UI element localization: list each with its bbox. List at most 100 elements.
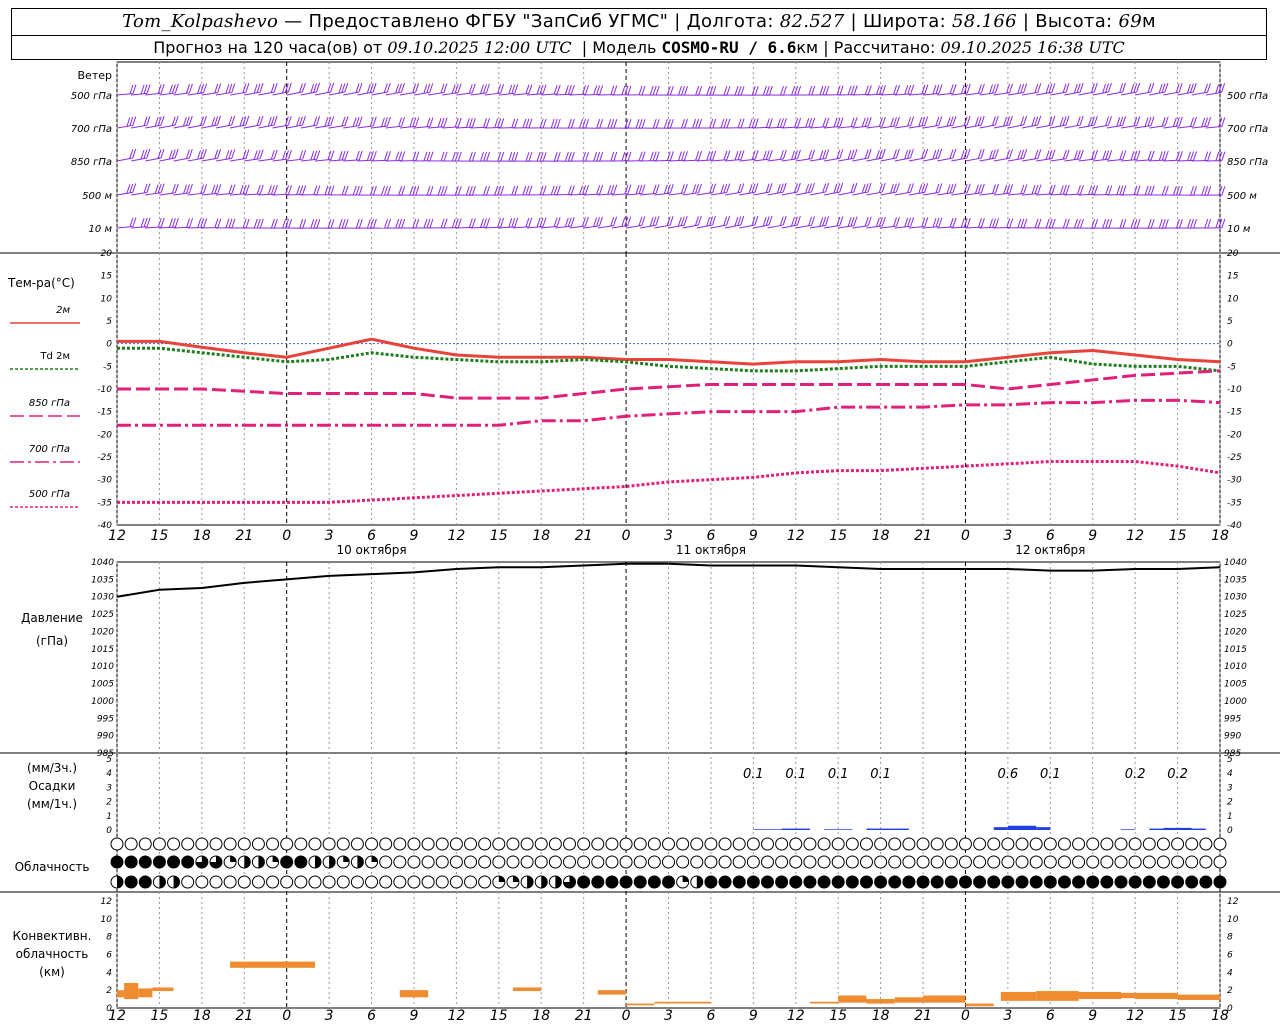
- wind-barb-feather: [1190, 185, 1195, 196]
- wind-barb-shaft: [413, 91, 430, 96]
- cloud-symbol: [1156, 855, 1170, 869]
- cloud-fill-full: [139, 856, 152, 868]
- wind-barb-shaft: [852, 191, 869, 196]
- wind-barb-feather: [564, 217, 569, 228]
- wind-barb-shaft: [1177, 159, 1194, 162]
- wind-barb-feather: [1190, 117, 1194, 127]
- wind-barb-feather: [935, 217, 940, 228]
- wind-barb-shaft: [456, 226, 473, 229]
- precip-3h-label: 0.6: [998, 767, 1019, 782]
- wind-barb-feather: [284, 116, 289, 126]
- wind-barb-feather: [511, 118, 516, 128]
- wind-barb-feather: [881, 148, 886, 159]
- hour-label-bottom: 6: [706, 1008, 715, 1024]
- wind-barb-shaft: [442, 126, 459, 129]
- temp-title: Тем-ра(°C): [7, 276, 75, 290]
- conv-bar: [1135, 992, 1178, 1000]
- wind-barb-shaft: [866, 125, 883, 129]
- wind-barb-feather: [1062, 150, 1067, 160]
- wind-barb-feather: [768, 86, 773, 96]
- wind-barb-feather: [1051, 184, 1056, 194]
- wind-barb-feather: [1192, 116, 1197, 127]
- wind-barb-shaft: [1036, 124, 1052, 129]
- wind-barb-feather: [217, 184, 222, 194]
- hour-label: 15: [1169, 528, 1187, 544]
- hour-label: 0: [622, 528, 631, 544]
- wind-barb-feather: [762, 85, 767, 96]
- wind-barb-shaft: [413, 126, 430, 129]
- wind-barb-feather: [734, 150, 739, 161]
- wind-barb-shaft: [682, 159, 699, 162]
- hour-label-bottom: 9: [749, 1008, 758, 1024]
- wind-barb-shaft: [979, 124, 996, 129]
- cloud-fill-full: [987, 876, 1000, 888]
- wind-barb-feather: [451, 151, 456, 162]
- hour-label: 0: [961, 528, 970, 544]
- wind-barb-feather: [480, 151, 484, 162]
- wind-barb-feather: [1105, 150, 1110, 160]
- precip-bar: [1036, 827, 1051, 830]
- wind-barb-feather: [211, 184, 216, 195]
- cloud-symbol: [464, 875, 478, 889]
- wind-barb-shaft: [145, 92, 162, 96]
- wind-barb-feather: [1091, 218, 1096, 229]
- cloud-fill-full: [973, 876, 986, 888]
- wind-barb-shaft: [116, 226, 133, 229]
- wind-barb-feather: [610, 216, 615, 227]
- wind-barb-feather: [881, 116, 886, 127]
- wind-barb-feather: [627, 184, 632, 194]
- wind-barb-feather: [949, 149, 954, 159]
- wind-barb-feather: [550, 185, 555, 195]
- cloud-symbol: [662, 837, 675, 851]
- cloud-fill-full: [605, 876, 618, 888]
- wind-barb-feather: [468, 118, 473, 128]
- wind-barb-feather: [183, 184, 187, 194]
- wind-barb-feather: [242, 83, 247, 93]
- hour-label: 18: [532, 528, 550, 544]
- wind-barb-feather: [1150, 82, 1155, 93]
- wind-barb-shaft: [951, 157, 968, 162]
- wind-barb-shaft: [725, 159, 742, 162]
- wind-barb-feather: [186, 218, 191, 228]
- wind-barb-feather: [567, 152, 572, 162]
- cloud-symbol: [266, 875, 280, 889]
- cloud-symbol: [464, 837, 478, 851]
- wind-barb-feather: [938, 116, 943, 126]
- wind-barb-shaft: [937, 192, 954, 196]
- wind-barb-feather: [952, 148, 957, 159]
- cloud-fill-full: [153, 856, 166, 868]
- wind-barb-feather: [522, 118, 527, 128]
- wind-barb-feather: [663, 118, 668, 129]
- cloud-fill-full: [1001, 876, 1014, 888]
- precip-ytick: 4: [106, 769, 112, 779]
- wind-barb-feather: [494, 118, 499, 128]
- wind-barb-feather: [188, 115, 193, 126]
- wind-barb-feather: [607, 185, 612, 195]
- wind-barb-shaft: [215, 124, 232, 129]
- wind-barb-shaft: [809, 224, 826, 229]
- wind-barb-feather: [217, 149, 222, 159]
- cloud-fill-full: [591, 876, 604, 888]
- wind-barb-feather: [1017, 84, 1022, 94]
- wind-barb-shaft: [1149, 125, 1166, 129]
- wind-barb-feather: [994, 148, 999, 159]
- wind-barb-feather: [723, 150, 728, 161]
- wind-barb-shaft: [1149, 159, 1166, 162]
- wind-barb-feather: [949, 116, 954, 126]
- wind-barb-feather: [599, 85, 604, 95]
- wind-barb-shaft: [951, 192, 968, 196]
- wind-barb-shaft: [215, 157, 232, 162]
- wind-barb-feather: [454, 117, 459, 128]
- wind-barb-shaft: [258, 193, 275, 196]
- wind-barb-shaft: [1064, 158, 1081, 162]
- wind-barb-feather: [231, 115, 236, 126]
- wind-barb-shaft: [1064, 124, 1081, 129]
- wind-barb-shaft: [244, 124, 261, 129]
- wind-barb-feather: [895, 148, 900, 159]
- wind-barb-feather: [1009, 184, 1014, 194]
- conv-ytick-right: 10: [1227, 915, 1239, 925]
- wind-barb-feather: [160, 148, 165, 159]
- wind-barb-shaft: [937, 92, 954, 96]
- wind-barb-feather: [143, 217, 148, 228]
- wind-barb-feather: [1189, 83, 1194, 93]
